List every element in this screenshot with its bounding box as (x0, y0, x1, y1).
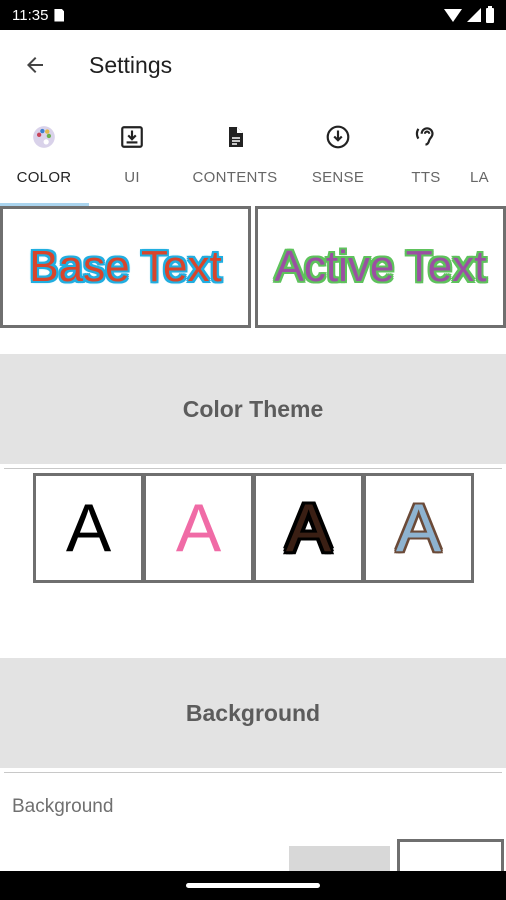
tab-la[interactable]: LA (470, 104, 506, 206)
sim-card-icon (54, 8, 65, 22)
navigation-bar (0, 871, 506, 900)
battery-icon (486, 5, 494, 23)
status-icons (444, 5, 494, 23)
tab-label: SENSE (311, 169, 365, 186)
arrow-circle-down-icon (325, 122, 351, 152)
theme-letter: A (395, 490, 442, 566)
wifi-icon (444, 8, 462, 22)
tab-sense[interactable]: SENSE (294, 104, 382, 206)
base-text-preview[interactable]: Base Text (0, 206, 251, 328)
theme-letter: A (65, 490, 112, 566)
section-title: Background (185, 699, 321, 726)
page-title: Settings (89, 51, 173, 78)
color-theme-options: A A A A (33, 473, 475, 583)
tab-label: LA (470, 169, 489, 186)
theme-option-pink[interactable]: A (143, 473, 254, 583)
theme-letter: A (175, 490, 222, 566)
tab-label: CONTENTS (192, 169, 278, 186)
document-icon (223, 122, 247, 152)
background-label: Background (12, 796, 114, 817)
status-bar: 11:35 (0, 0, 506, 30)
tab-label: TTS (411, 169, 441, 186)
palette-icon (31, 122, 57, 152)
home-handle[interactable] (186, 883, 320, 888)
active-text-preview[interactable]: Active Text (255, 206, 506, 328)
theme-letter: A (285, 490, 332, 566)
hearing-icon (413, 122, 439, 152)
settings-tabs: COLOR UI CONTENTS SENSE TTS LA (0, 104, 506, 206)
status-time: 11:35 (12, 6, 49, 24)
tab-label: UI (124, 169, 140, 186)
tab-tts[interactable]: TTS (382, 104, 470, 206)
theme-option-black[interactable]: A (33, 473, 144, 583)
download-box-icon (119, 122, 145, 152)
back-button[interactable] (0, 30, 70, 100)
color-theme-header: Color Theme (0, 354, 506, 464)
divider (4, 772, 502, 773)
arrow-back-icon (27, 57, 43, 73)
tab-ui[interactable]: UI (88, 104, 176, 206)
background-header: Background (0, 658, 506, 768)
active-text-sample: Active Text (274, 242, 487, 291)
app-bar: Settings (0, 30, 506, 100)
tab-contents[interactable]: CONTENTS (176, 104, 294, 206)
section-title: Color Theme (182, 395, 324, 422)
theme-option-blue-brown[interactable]: A (363, 473, 474, 583)
theme-option-dark-brown[interactable]: A (253, 473, 364, 583)
tab-color[interactable]: COLOR (0, 104, 89, 206)
base-text-sample: Base Text (29, 242, 222, 291)
tab-label: COLOR (16, 169, 72, 186)
text-preview-row: Base Text Active Text (0, 206, 506, 328)
divider (4, 468, 502, 469)
signal-icon (467, 8, 481, 22)
